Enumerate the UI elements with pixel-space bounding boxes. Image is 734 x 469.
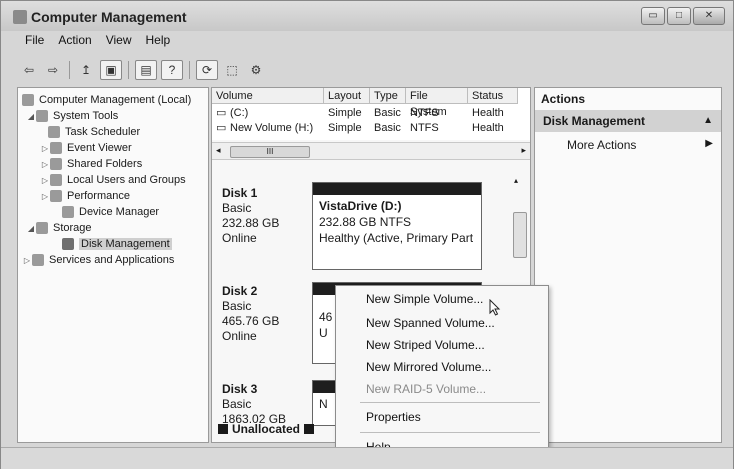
primary-partition-swatch [304,424,315,434]
toolbar-separator [189,61,190,79]
expand-icon[interactable]: ◢ [26,224,36,233]
menu-new-spanned-volume[interactable]: New Spanned Volume... [366,316,495,330]
tree-item-disk-management[interactable]: Disk Management [62,236,172,252]
disk-3-info[interactable]: Disk 3 Basic 1863.02 GB [222,382,286,427]
up-level-icon[interactable]: ↥ [76,61,96,79]
horizontal-scrollbar[interactable]: ◂ III ▸ [212,142,530,160]
properties-icon[interactable]: ▤ [135,60,157,80]
tree-item-storage[interactable]: ◢ Storage [26,220,92,236]
collapse-arrow-icon[interactable]: ▷ [22,256,32,265]
status-bar [1,447,733,469]
expand-icon[interactable]: ◢ [26,112,36,121]
menu-new-raid5-volume: New RAID-5 Volume... [366,382,487,396]
tree-item-performance[interactable]: ▷ Performance [40,188,130,204]
computer-management-icon [13,10,27,24]
collapse-arrow-icon[interactable]: ▷ [40,160,50,169]
collapse-arrow-icon[interactable]: ▷ [40,192,50,201]
mouse-pointer-icon [489,299,501,316]
submenu-arrow-icon[interactable]: ▶ [705,138,713,149]
more-actions-link[interactable]: More Actions [567,138,636,152]
window-title: Computer Management [31,9,187,25]
menu-properties[interactable]: Properties [366,410,421,424]
users-icon [50,174,62,186]
toolbar: ⇦ ⇨ ↥ ▣ ▤ ? ⟳ ⬚ ⚙ [19,59,266,81]
disk-1-info[interactable]: Disk 1 Basic 232.88 GB Online [222,186,279,246]
col-type[interactable]: Type [370,88,406,104]
tree-item-shared-folders[interactable]: ▷ Shared Folders [40,156,142,172]
collapse-arrow-icon[interactable]: ▷ [40,144,50,153]
actions-title: Actions [541,92,586,106]
storage-icon [36,222,48,234]
volume-drive-icon: ▭ [216,107,227,119]
device-manager-icon [62,206,74,218]
tree-item-system-tools[interactable]: ◢ System Tools [26,108,118,124]
performance-icon [50,190,62,202]
export-icon[interactable]: ⬚ [222,61,242,79]
unallocated-legend: Unallocated [218,422,315,436]
forward-arrow-icon[interactable]: ⇨ [43,61,63,79]
shared-folders-icon [50,158,62,170]
event-viewer-icon [50,142,62,154]
back-arrow-icon[interactable]: ⇦ [19,61,39,79]
services-icon [32,254,44,266]
unallocated-swatch [218,424,228,434]
tree-item-services-applications[interactable]: ▷ Services and Applications [22,252,174,268]
volume-drive-icon: ▭ [216,122,227,134]
tree-root[interactable]: Computer Management (Local) [22,92,191,108]
title-bar[interactable]: Computer Management ▭ □ ✕ [1,1,733,31]
disk-management-icon [62,238,74,250]
actions-pane: Actions Disk Management ▲ More Actions ▶ [534,87,722,443]
tree-item-event-viewer[interactable]: ▷ Event Viewer [40,140,132,156]
close-button[interactable]: ✕ [693,7,725,25]
scroll-right-icon[interactable]: ▸ [521,145,526,156]
menu-file[interactable]: File [25,33,44,53]
tree-item-local-users-groups[interactable]: ▷ Local Users and Groups [40,172,186,188]
menu-new-simple-volume[interactable]: New Simple Volume... [366,292,483,306]
menu-bar: File Action View Help [1,33,170,53]
scroll-left-icon[interactable]: ◂ [216,145,221,156]
help-icon[interactable]: ? [161,60,183,80]
computer-icon [22,94,34,106]
tree-item-device-manager[interactable]: Device Manager [62,204,159,220]
scroll-up-icon[interactable]: ▴ [514,176,518,185]
minimize-button[interactable]: ▭ [641,7,665,25]
disk-1-volume[interactable]: VistaDrive (D:) 232.88 GB NTFS Healthy (… [312,182,482,270]
menu-new-mirrored-volume[interactable]: New Mirrored Volume... [366,360,491,374]
col-layout[interactable]: Layout [324,88,370,104]
menu-separator [360,402,540,403]
collapse-up-icon[interactable]: ▲ [703,110,713,132]
menu-separator [360,432,540,433]
collapse-arrow-icon[interactable]: ▷ [40,176,50,185]
col-file-system[interactable]: File System [406,88,468,118]
menu-view[interactable]: View [106,33,132,53]
menu-help[interactable]: Help [146,33,171,53]
show-hide-tree-icon[interactable]: ▣ [100,60,122,80]
scroll-thumb[interactable]: III [230,146,310,158]
tree-item-task-scheduler[interactable]: Task Scheduler [48,124,140,140]
context-menu: New Simple Volume... New Spanned Volume.… [335,285,549,465]
maximize-button[interactable]: □ [667,7,691,25]
col-volume[interactable]: Volume [212,88,324,104]
task-scheduler-icon [48,126,60,138]
actions-section-disk-management[interactable]: Disk Management ▲ [535,110,721,132]
system-tools-icon [36,110,48,122]
toolbar-separator [128,61,129,79]
disk-2-info[interactable]: Disk 2 Basic 465.76 GB Online [222,284,279,344]
volume-list: Volume Layout Type File System Status ▭ … [212,88,530,140]
toolbar-separator [69,61,70,79]
settings-icon[interactable]: ⚙ [246,61,266,79]
computer-management-window: Computer Management ▭ □ ✕ File Action Vi… [0,0,734,469]
refresh-icon[interactable]: ⟳ [196,60,218,80]
menu-new-striped-volume[interactable]: New Striped Volume... [366,338,485,352]
window-controls: ▭ □ ✕ [641,7,725,25]
menu-action[interactable]: Action [58,33,91,53]
scroll-thumb[interactable] [513,212,527,258]
navigation-tree: Computer Management (Local) ◢ System Too… [17,87,209,443]
col-status[interactable]: Status [468,88,518,104]
volume-header-bar [313,183,481,195]
